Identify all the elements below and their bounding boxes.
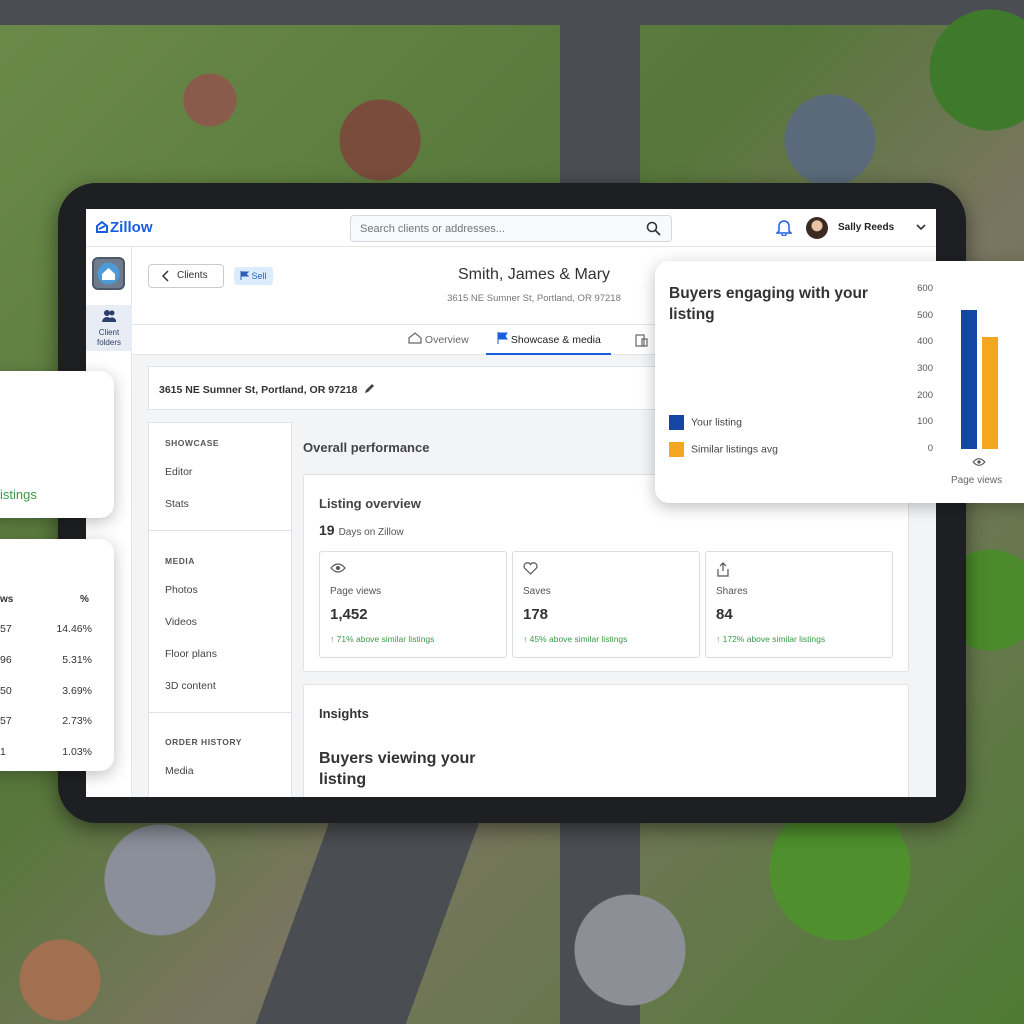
stat-delta: ↑ 172% above similar listings	[716, 634, 826, 644]
listing-overview-title: Listing overview	[319, 496, 421, 511]
listing-address-bar: 3615 NE Sumner St, Portland, OR 97218	[148, 366, 668, 410]
left-card-text: istings	[0, 487, 37, 502]
table-cell: 96	[0, 654, 12, 666]
client-folders-label-2: folders	[96, 338, 121, 347]
y-tick-label: 0	[927, 443, 933, 454]
tab-showcase-label: Showcase & media	[510, 334, 601, 346]
stat-page-views: Page views 1,452 ↑ 71% above similar lis…	[319, 551, 507, 658]
building-icon[interactable]	[634, 333, 648, 347]
insights-card: Insights Buyers viewing your listing	[303, 684, 909, 797]
y-tick-label: 100	[917, 416, 933, 428]
bell-icon[interactable]	[776, 218, 792, 236]
aerial-road	[249, 820, 481, 1024]
pencil-icon[interactable]	[364, 383, 375, 394]
listing-address: 3615 NE Sumner St, Portland, OR 97218	[159, 383, 375, 396]
avatar[interactable]	[806, 217, 828, 239]
search-icon[interactable]	[646, 221, 661, 236]
table-cell: 57	[0, 715, 12, 727]
divider	[149, 712, 293, 713]
flag-icon	[497, 332, 508, 344]
table-cell: 1.03%	[62, 746, 92, 758]
user-name[interactable]: Sally Reeds	[838, 222, 894, 233]
tab-showcase-media[interactable]: Showcase & media	[486, 325, 611, 355]
media-heading: MEDIA	[165, 556, 195, 566]
table-cell: 14.46%	[56, 623, 92, 635]
subnav-photos[interactable]: Photos	[165, 584, 198, 596]
tab-overview-label: Overview	[424, 334, 469, 346]
share-icon	[717, 562, 729, 577]
left-table-card: ws % 57 14.46% 96 5.31% 50 3.69% 57 2.73…	[0, 539, 114, 771]
stat-shares: Shares 84 ↑ 172% above similar listings	[705, 551, 893, 658]
chevron-down-icon[interactable]	[914, 220, 928, 234]
showcase-subnav: SHOWCASE Editor Stats MEDIA Photos Video…	[148, 422, 293, 797]
stat-value: 178	[523, 606, 549, 623]
logo-text: Zillow	[110, 219, 153, 236]
search-box	[350, 215, 672, 242]
y-tick-label: 400	[917, 336, 933, 348]
listing-overview-card: Listing overview 19 Days on Zillow Page v…	[303, 474, 909, 672]
subnav-3d-content[interactable]: 3D content	[165, 680, 216, 692]
people-icon	[102, 310, 117, 322]
left-floating-card: istings	[0, 371, 114, 518]
bar-similar-listings	[982, 337, 998, 449]
order-history-heading: ORDER HISTORY	[165, 737, 242, 747]
table-cell: 1	[0, 746, 6, 758]
stat-value: 1,452	[330, 606, 368, 623]
col-header-percent: %	[80, 594, 89, 605]
y-tick-label: 500	[917, 309, 933, 321]
subnav-editor[interactable]: Editor	[165, 466, 192, 478]
stat-label: Saves	[523, 586, 551, 597]
overall-performance-heading: Overall performance	[303, 440, 430, 455]
stat-saves: Saves 178 ↑ 45% above similar listings	[512, 551, 700, 658]
client-folders-label-1: Client	[98, 328, 120, 337]
chart-title: Buyers engaging with your listing	[669, 285, 868, 323]
search-input[interactable]	[360, 223, 630, 235]
heart-icon	[523, 562, 538, 575]
home-button[interactable]	[92, 257, 125, 290]
subnav-videos[interactable]: Videos	[165, 616, 197, 628]
table-cell: 57	[0, 623, 12, 635]
subnav-stats[interactable]: Stats	[165, 498, 189, 510]
showcase-heading: SHOWCASE	[165, 438, 220, 448]
y-tick-label: 600	[917, 283, 933, 294]
buyers-viewing-title: Buyers viewing your listing	[319, 750, 476, 788]
eye-icon	[972, 458, 986, 466]
stat-delta: ↑ 45% above similar listings	[523, 634, 628, 644]
divider	[149, 530, 293, 531]
stat-delta: ↑ 71% above similar listings	[330, 634, 435, 644]
buyers-engaging-chart-card: Buyers engaging with your listing Your l…	[655, 261, 1024, 503]
home-icon	[97, 262, 120, 285]
table-cell: 3.69%	[62, 685, 92, 697]
legend-your-listing: Your listing	[669, 415, 742, 430]
y-tick-label: 200	[917, 389, 933, 401]
top-bar: Zillow Sally Reeds	[86, 209, 936, 247]
subnav-floor-plans[interactable]: Floor plans	[165, 648, 217, 660]
eye-icon	[330, 563, 346, 573]
x-category-label: Page views	[951, 475, 1003, 486]
bar-your-listing	[961, 310, 977, 449]
legend-swatch-similar	[669, 442, 684, 457]
insights-title: Insights	[319, 706, 369, 721]
stat-label: Page views	[330, 586, 382, 597]
subnav-order-media[interactable]: Media	[165, 765, 194, 777]
legend-similar-listings: Similar listings avg	[669, 442, 778, 457]
table-cell: 2.73%	[62, 715, 92, 727]
legend-swatch-your-listing	[669, 415, 684, 430]
table-cell: 5.31%	[62, 654, 92, 666]
col-header-views: ws	[0, 594, 14, 605]
days-on-zillow: 19 Days on Zillow	[319, 522, 404, 538]
table-cell: 50	[0, 685, 12, 697]
house-icon	[408, 332, 422, 344]
client-folders-nav[interactable]: Client folders	[86, 305, 132, 351]
tab-overview[interactable]: Overview	[408, 325, 469, 355]
stat-label: Shares	[716, 586, 748, 597]
stat-value: 84	[716, 606, 733, 623]
zillow-logo[interactable]: Zillow	[96, 219, 153, 236]
zillow-icon	[96, 220, 108, 233]
y-tick-label: 300	[917, 363, 933, 374]
